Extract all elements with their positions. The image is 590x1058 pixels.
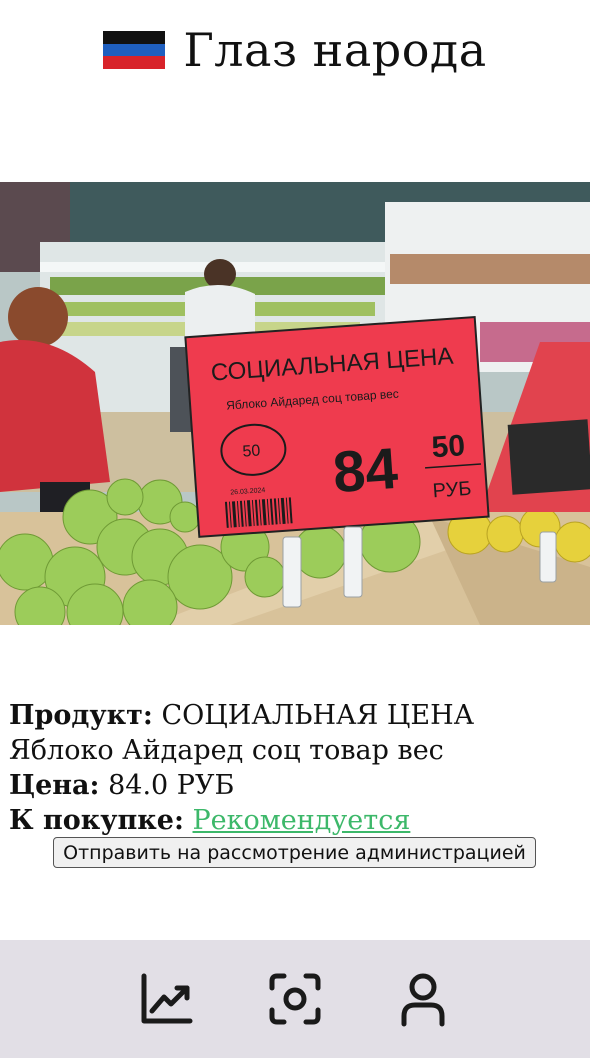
app-header: Глаз народа (0, 0, 590, 100)
user-icon (401, 973, 445, 1027)
nav-scan-button[interactable] (266, 970, 324, 1028)
chart-line-icon (141, 973, 193, 1024)
app-title: Глаз народа (183, 23, 487, 77)
price-label: Цена: (9, 770, 100, 801)
purchase-line: К покупке: Рекомендуется (9, 803, 584, 838)
product-line: Продукт: СОЦИАЛЬНАЯ ЦЕНА Яблоко Айдаред … (9, 698, 584, 768)
price-line: Цена: 84.0 РУБ (9, 768, 584, 803)
nav-stats-button[interactable] (138, 970, 196, 1028)
scan-icon (269, 973, 321, 1025)
flag-icon (103, 31, 166, 70)
product-info: Продукт: СОЦИАЛЬНАЯ ЦЕНА Яблоко Айдаред … (9, 698, 584, 838)
tag-badge: 50 (242, 442, 261, 460)
bottom-nav (0, 940, 590, 1058)
tag-kopecks: 50 (431, 429, 467, 464)
tag-currency: РУБ (432, 478, 472, 503)
purchase-label: К покупке: (9, 805, 184, 836)
submit-for-review-button[interactable]: Отправить на рассмотрение администрацией (53, 837, 536, 868)
recommendation-link[interactable]: Рекомендуется (193, 805, 411, 836)
tag-rubles: 84 (331, 436, 400, 505)
product-label: Продукт: (9, 700, 153, 731)
nav-profile-button[interactable] (394, 970, 452, 1028)
product-photo: СОЦИАЛЬНАЯ ЦЕНА Яблоко Айдаред соц товар… (0, 182, 590, 625)
price-value: 84.0 РУБ (99, 770, 235, 801)
